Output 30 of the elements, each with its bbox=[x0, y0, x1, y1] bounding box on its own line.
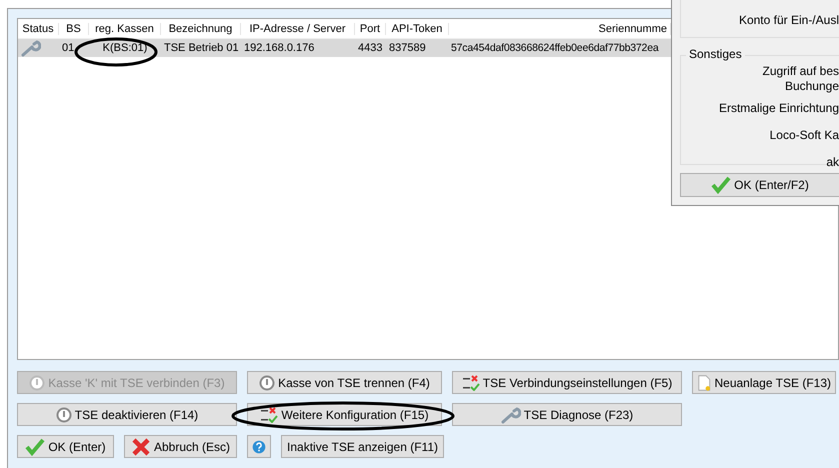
table-cell-text: K(BS:01) bbox=[102, 42, 148, 54]
setting-label: ak bbox=[826, 155, 839, 170]
action-button[interactable]: OK (Enter) bbox=[17, 435, 114, 458]
action-button[interactable]: TSE Verbindungseinstellungen (F5) bbox=[452, 371, 682, 394]
action-button[interactable]: TSE Diagnose (F23) bbox=[452, 403, 682, 426]
action-button[interactable]: Abbruch (Esc) bbox=[124, 435, 237, 458]
ok-button[interactable]: OK (Enter/F2) bbox=[680, 173, 839, 197]
setting-label: Buchunge bbox=[784, 79, 839, 94]
setting-label: Zugriff auf bes bbox=[762, 64, 839, 79]
table-cell-text: 192.168.0.176 bbox=[243, 42, 316, 54]
setting-label: Erstmalige Einrichtung bbox=[718, 101, 839, 116]
column-header[interactable]: IP-Adresse / Server bbox=[241, 22, 355, 34]
column-header[interactable]: Status bbox=[18, 22, 59, 34]
action-button[interactable]: Inaktive TSE anzeigen (F11) bbox=[281, 435, 444, 458]
table-cell-text: 01 bbox=[61, 42, 76, 54]
column-header[interactable]: Bezeichnung bbox=[161, 22, 241, 34]
table-cell-text: 57ca454daf083668624ffeb0ee6daf77bb372ea bbox=[450, 42, 660, 54]
column-header[interactable]: Port bbox=[355, 22, 386, 34]
action-button[interactable]: TSE deaktivieren (F14) bbox=[17, 403, 237, 426]
table-cell-text: 837589 bbox=[388, 42, 427, 54]
setting-label: Loco-Soft Ka bbox=[770, 128, 839, 143]
column-header[interactable]: API-Token bbox=[386, 22, 449, 34]
action-button[interactable]: Kasse von TSE trennen (F4) bbox=[247, 371, 442, 394]
group-title: Sonstiges bbox=[686, 47, 745, 61]
column-header[interactable]: BS bbox=[59, 22, 89, 34]
table-cell-text: TSE Betrieb 01 bbox=[163, 42, 240, 54]
setting-label: Konto für Ein-/Ausl bbox=[738, 13, 839, 28]
column-header[interactable]: reg. Kassen bbox=[89, 22, 161, 34]
table-cell-text: 4433 bbox=[357, 42, 384, 54]
action-button[interactable]: Neuanlage TSE (F13) bbox=[692, 371, 836, 394]
